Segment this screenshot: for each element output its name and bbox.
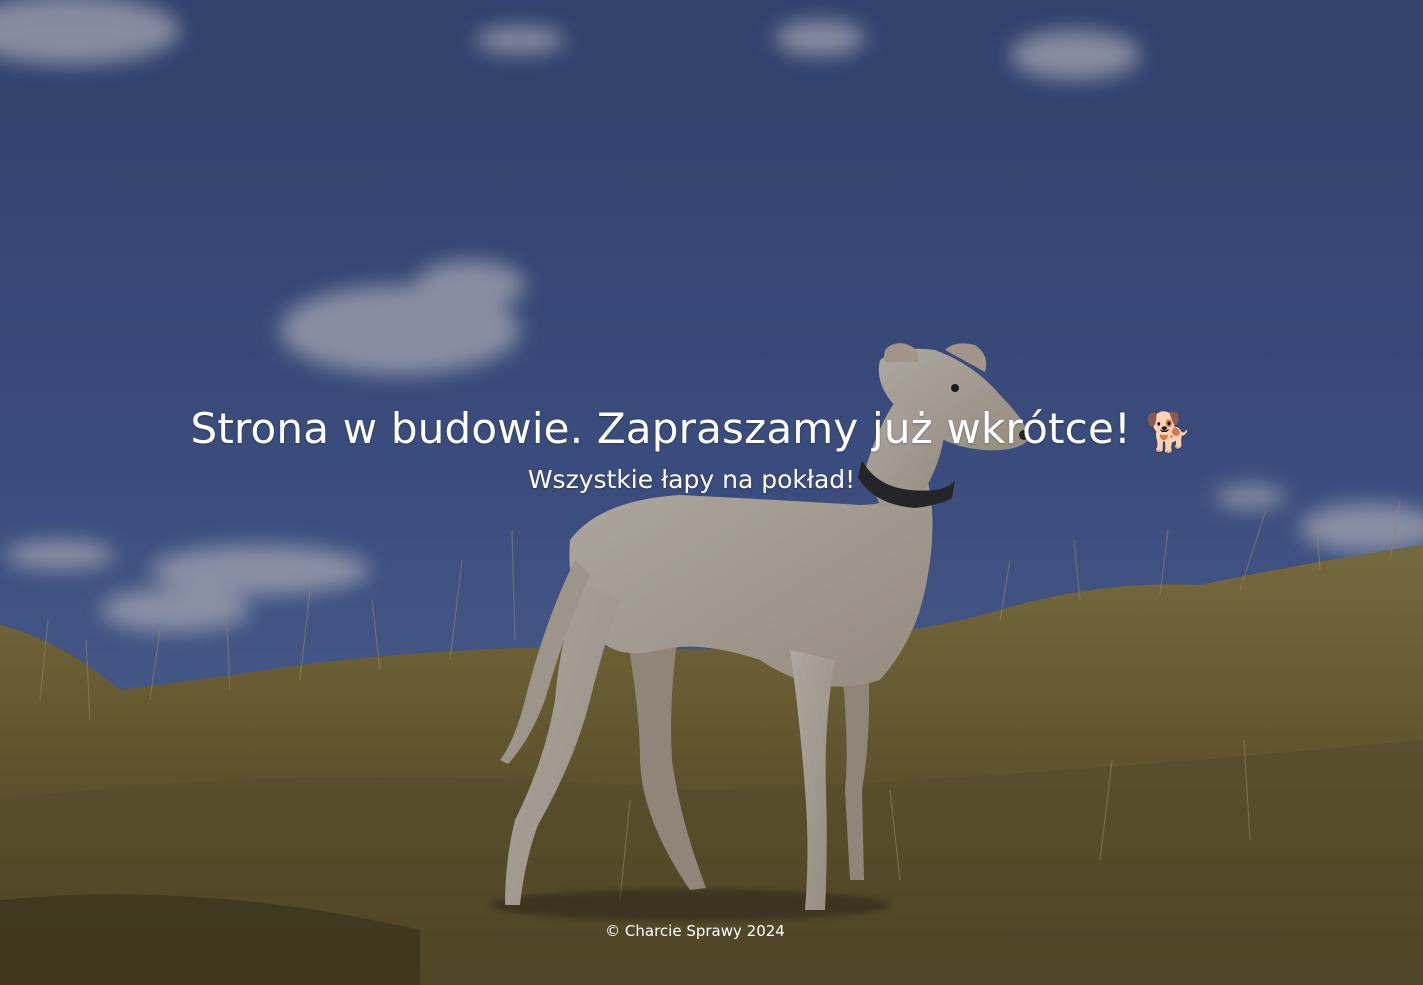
footer-copyright: © Charcie Sprawy 2024 <box>605 922 785 940</box>
page-title: Strona w budowie. Zapraszamy już wkrótce… <box>0 402 1383 459</box>
tagline: Wszystkie łapy na pokład! <box>527 465 856 494</box>
headline-text: Strona w budowie. Zapraszamy już wkrótce… <box>190 404 1132 453</box>
hero-content: Strona w budowie. Zapraszamy już wkrótce… <box>0 402 1383 497</box>
dog-icon: 🐕 <box>1145 410 1193 454</box>
